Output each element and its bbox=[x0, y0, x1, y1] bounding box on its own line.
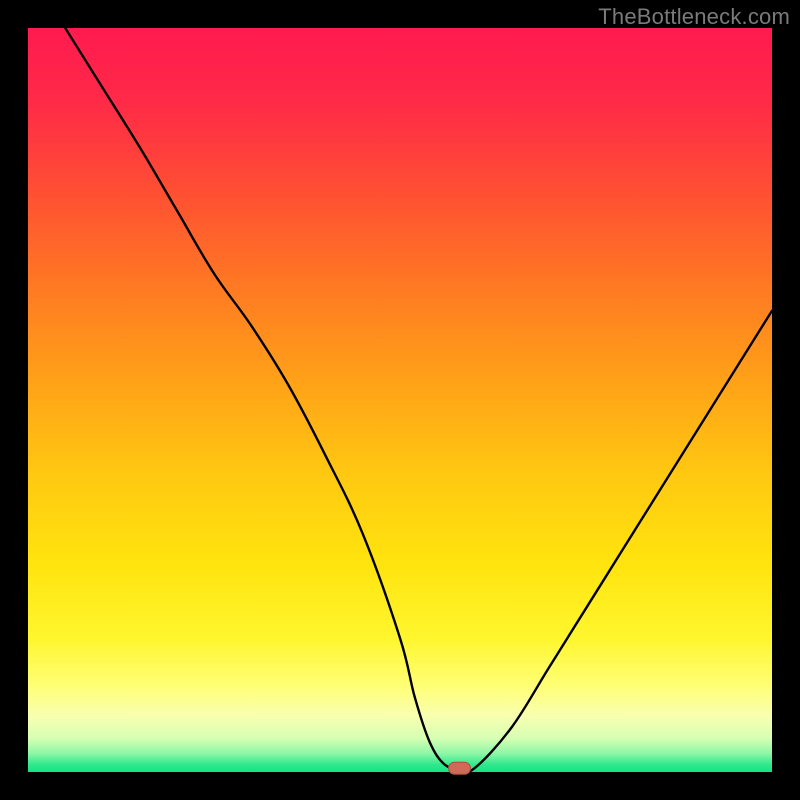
optimal-point-marker bbox=[449, 762, 471, 774]
bottleneck-chart bbox=[0, 0, 800, 800]
chart-stage: TheBottleneck.com bbox=[0, 0, 800, 800]
plot-background bbox=[28, 28, 772, 772]
